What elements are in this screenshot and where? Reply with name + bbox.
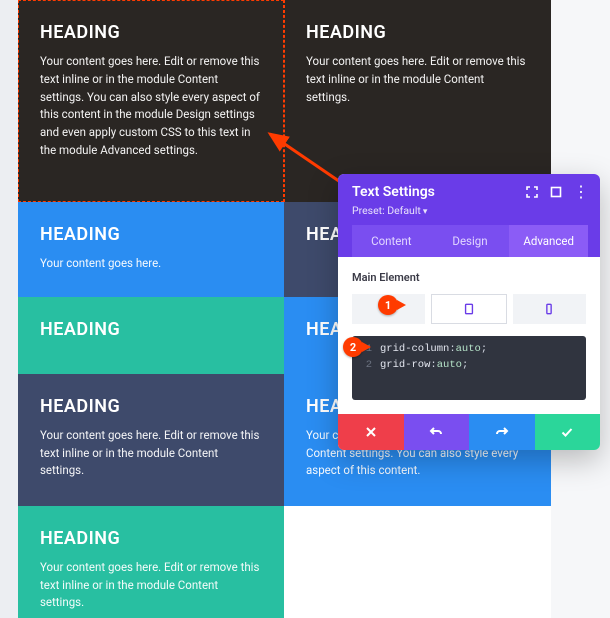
expand-icon[interactable] (525, 185, 539, 199)
text-module[interactable]: HEADING (18, 297, 284, 374)
module-body: Your content goes here. Edit or remove t… (306, 53, 529, 106)
text-module[interactable]: HEADING Your content goes here. Edit or … (18, 0, 284, 202)
module-heading: HEADING (40, 319, 262, 340)
more-icon[interactable]: ⋮ (573, 187, 588, 197)
text-module[interactable]: HEADING Your content goes here. (18, 202, 284, 297)
annotation-badge-2: 2 (343, 337, 363, 357)
module-body: Your content goes here. Edit or remove t… (40, 427, 262, 480)
section-label: Main Element (352, 271, 586, 284)
module-heading: HEADING (306, 22, 529, 43)
text-settings-panel: Text Settings ⋮ Preset: Default▾ Content… (338, 174, 600, 450)
module-body: Your content goes here. Edit or remove t… (40, 53, 262, 160)
module-heading: HEADING (40, 528, 262, 549)
tab-content[interactable]: Content (352, 225, 431, 257)
text-module[interactable]: HEADING Your content goes here. Edit or … (284, 0, 551, 202)
panel-footer (338, 414, 600, 450)
custom-css-input[interactable]: 1grid-column: auto; 2grid-row: auto; (352, 336, 586, 400)
module-body: Your content goes here. (40, 255, 262, 273)
chevron-down-icon: ▾ (423, 207, 428, 217)
module-heading: HEADING (40, 396, 262, 417)
module-heading: HEADING (40, 224, 262, 245)
redo-button[interactable] (469, 414, 535, 450)
save-button[interactable] (535, 414, 601, 450)
device-phone[interactable] (513, 294, 586, 324)
preset-label[interactable]: Preset: Default▾ (352, 204, 588, 225)
annotation-badge-1: 1 (378, 295, 398, 315)
module-body: Your content goes here. Edit or remove t… (40, 559, 262, 612)
undo-button[interactable] (404, 414, 470, 450)
text-module[interactable]: HEADING Your content goes here. Edit or … (18, 374, 284, 506)
snap-icon[interactable] (549, 185, 563, 199)
panel-header[interactable]: Text Settings ⋮ Preset: Default▾ Content… (338, 174, 600, 257)
panel-title: Text Settings (352, 184, 435, 200)
text-module[interactable]: HEADING Your content goes here. Edit or … (18, 506, 284, 618)
tab-design[interactable]: Design (431, 225, 510, 257)
panel-tabs: Content Design Advanced (352, 225, 588, 257)
module-heading: HEADING (40, 22, 262, 43)
cancel-button[interactable] (338, 414, 404, 450)
device-tablet[interactable] (431, 294, 506, 324)
tab-advanced[interactable]: Advanced (509, 225, 588, 257)
